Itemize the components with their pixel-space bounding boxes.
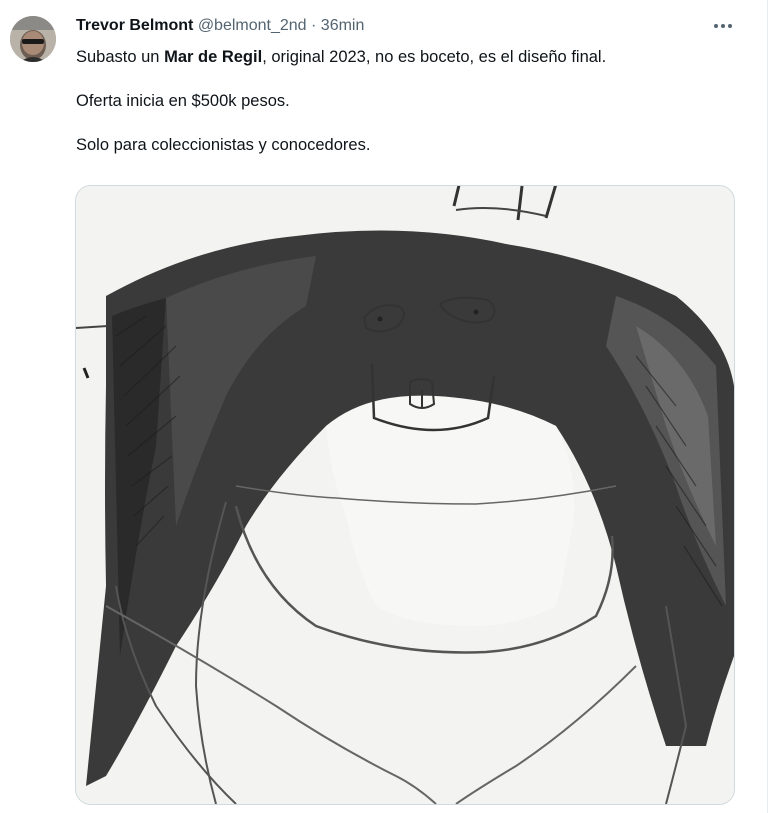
- tweet-header: Trevor Belmont @belmont_2nd · 36min: [76, 16, 364, 36]
- separator-dot: ·: [306, 17, 321, 34]
- timestamp[interactable]: 36min: [321, 17, 365, 34]
- tweet-media[interactable]: [75, 185, 735, 805]
- tweet-text: Subasto un Mar de Regil, original 2023, …: [76, 46, 736, 178]
- more-button[interactable]: [706, 14, 740, 38]
- pencil-drawing-image: [76, 186, 734, 804]
- avatar[interactable]: [10, 16, 56, 62]
- tweet-line-1: Subasto un Mar de Regil, original 2023, …: [76, 46, 736, 68]
- more-horizontal-icon: [714, 24, 732, 28]
- line1-rest-text: , original 2023, no es boceto, es el dis…: [262, 48, 607, 66]
- tweet-line-3: Solo para coleccionistas y conocedores.: [76, 136, 371, 154]
- author-handle[interactable]: @belmont_2nd: [198, 17, 307, 34]
- tweet-line-2: Oferta inicia en $500k pesos.: [76, 92, 290, 110]
- line1-bold-text: Mar de Regil: [164, 48, 263, 66]
- line1-text: Subasto un: [76, 48, 165, 66]
- tweet[interactable]: Trevor Belmont @belmont_2nd · 36min Suba…: [0, 0, 768, 813]
- avatar-image: [10, 16, 56, 62]
- author-name[interactable]: Trevor Belmont: [76, 17, 193, 34]
